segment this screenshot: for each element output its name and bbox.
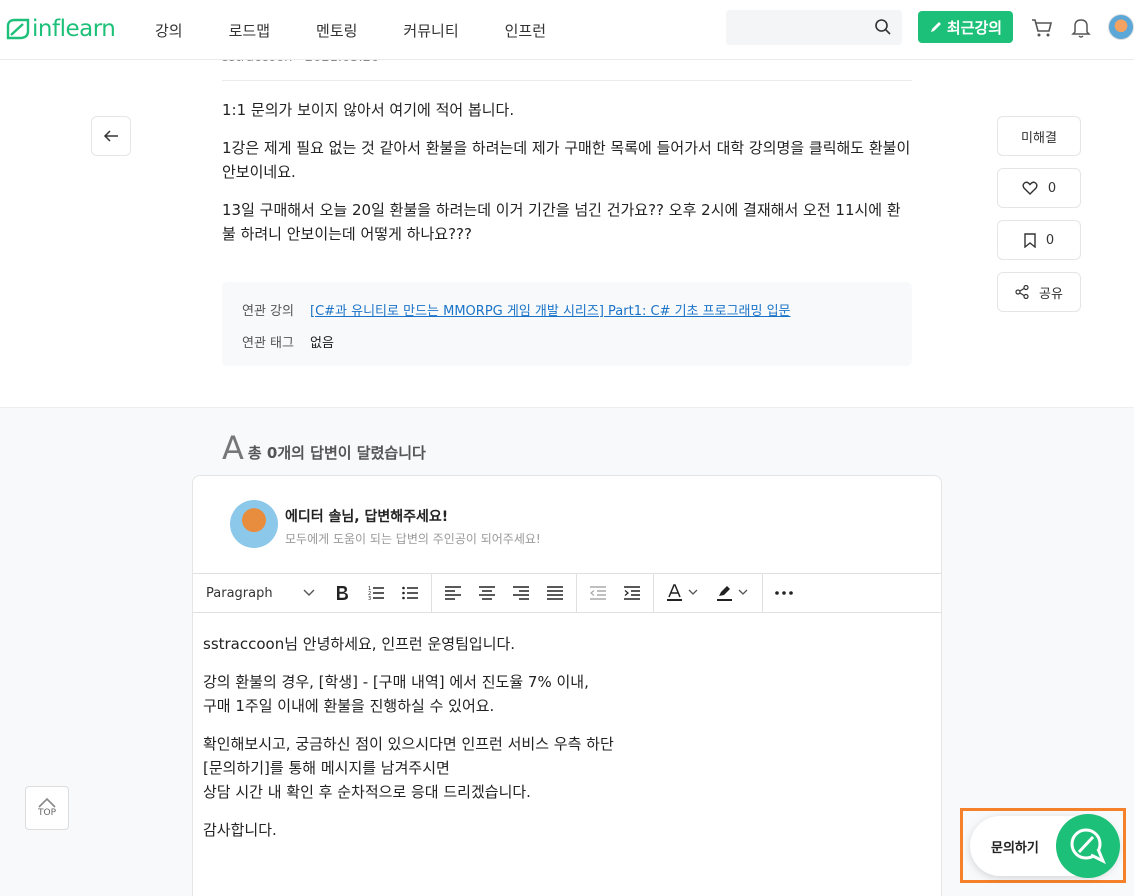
- related-tags-row: 연관 태그 없음: [242, 332, 334, 351]
- search-input[interactable]: [726, 10, 870, 45]
- main-nav: 강의 로드맵 멘토링 커뮤니티 인프런: [155, 0, 592, 60]
- logo-text: inflearn: [32, 16, 116, 42]
- answer-count-heading: A 총 0개의 답변이 달렸습니다: [222, 432, 426, 464]
- toolbar-separator: [576, 574, 577, 612]
- align-left-icon: [445, 586, 461, 600]
- font-color-icon: [667, 584, 698, 601]
- status-unresolved-button[interactable]: 미해결: [997, 116, 1081, 156]
- bell-icon[interactable]: [1071, 17, 1091, 39]
- toolbar-separator: [762, 574, 763, 612]
- font-color-button[interactable]: [658, 574, 708, 612]
- align-right-icon: [513, 586, 529, 600]
- answer-letter: A: [222, 429, 244, 467]
- outdent-icon: [590, 586, 606, 600]
- scroll-top-button[interactable]: TOP: [25, 786, 69, 830]
- answer-count-text: 총 0개의 답변이 달렸습니다: [247, 444, 426, 462]
- answer-paragraph: 감사합니다.: [203, 821, 277, 839]
- question-paragraph: 1강은 제게 필요 없는 것 같아서 환불을 하려는데 제가 구매한 목록에 들…: [222, 139, 911, 181]
- nav-inflearn[interactable]: 인프런: [505, 20, 546, 41]
- highlighter-icon: [717, 586, 748, 601]
- highlight-button[interactable]: [708, 574, 758, 612]
- search-icon[interactable]: [874, 18, 892, 36]
- divider: [222, 80, 912, 81]
- nav-lectures[interactable]: 강의: [155, 20, 183, 41]
- answer-paragraph: 확인해보시고, 궁금하신 점이 있으시다면 인프런 서비스 우측 하단 [문의하…: [203, 735, 614, 801]
- editor-avatar: [230, 500, 278, 548]
- indent-icon: [624, 586, 640, 600]
- bullet-list-icon: [402, 586, 418, 600]
- nav-community[interactable]: 커뮤니티: [403, 20, 458, 41]
- align-right-button[interactable]: [504, 574, 538, 612]
- question-paragraph: 1:1 문의가 보이지 않아서 여기에 적어 봅니다.: [222, 101, 515, 119]
- related-course-link[interactable]: [C#과 유니티로 만드는 MMORPG 게임 개발 시리즈] Part1: C…: [310, 300, 791, 319]
- answer-editor-card: 에디터 솔님, 답변해주세요! 모두에게 도움이 되는 답변의 주인공이 되어주…: [192, 475, 942, 896]
- related-course-label: 연관 강의: [242, 304, 294, 319]
- question-body: 1:1 문의가 보이지 않아서 여기에 적어 봅니다. 1강은 제게 필요 없는…: [222, 98, 912, 260]
- question-section: sstraccoon · 2021.03.20 1:1 문의가 보이지 않아서 …: [0, 50, 1134, 408]
- recent-lectures-button[interactable]: 최근강의: [918, 11, 1013, 43]
- nav-roadmap[interactable]: 로드맵: [229, 20, 270, 41]
- inquiry-chat-icon: [1056, 814, 1120, 878]
- align-center-button[interactable]: [470, 574, 504, 612]
- align-justify-button[interactable]: [538, 574, 572, 612]
- like-button[interactable]: 0: [997, 168, 1081, 208]
- more-options-button[interactable]: [767, 574, 801, 612]
- bookmark-icon: [1024, 232, 1036, 248]
- answer-paragraph: 강의 환불의 경우, [학생] - [구매 내역] 에서 진도율 7% 이내, …: [203, 673, 589, 715]
- inflearn-leaf-icon: [1070, 828, 1106, 865]
- related-course-row: 연관 강의 [C#과 유니티로 만드는 MMORPG 게임 개발 시리즈] Pa…: [242, 300, 791, 319]
- scroll-top-label: TOP: [37, 808, 56, 818]
- numbered-list-button[interactable]: 123: [359, 574, 393, 612]
- paragraph-select[interactable]: Paragraph: [193, 586, 325, 601]
- chevron-down-icon: [303, 589, 315, 596]
- outdent-button[interactable]: [581, 574, 615, 612]
- top-header: inflearn 강의 로드맵 멘토링 커뮤니티 인프런 최근강의: [0, 0, 1134, 60]
- user-avatar[interactable]: [1108, 14, 1134, 40]
- search-box: [726, 10, 902, 45]
- indent-button[interactable]: [615, 574, 649, 612]
- like-count: 0: [1047, 180, 1057, 196]
- cart-icon[interactable]: [1031, 17, 1053, 39]
- question-paragraph: 13일 구매해서 오늘 20일 환불을 하려는데 이거 기간을 넘긴 건가요??…: [222, 201, 901, 243]
- toolbar-separator: [431, 574, 432, 612]
- toolbar-separator: [653, 574, 654, 612]
- more-horizontal-icon: [775, 591, 793, 595]
- paragraph-select-label: Paragraph: [206, 585, 273, 601]
- recent-lectures-label: 최근강의: [946, 18, 1003, 37]
- status-label: 미해결: [1021, 130, 1057, 146]
- inquiry-label: 문의하기: [991, 840, 1039, 856]
- align-center-icon: [479, 586, 495, 600]
- svg-text:3: 3: [368, 596, 371, 601]
- bookmark-count: 0: [1045, 232, 1055, 248]
- share-icon: [1015, 285, 1029, 299]
- related-tags-label: 연관 태그: [242, 336, 294, 351]
- back-button[interactable]: [91, 116, 131, 156]
- related-tags-value: 없음: [310, 336, 334, 351]
- inquiry-button[interactable]: 문의하기: [970, 814, 1120, 878]
- numbered-list-icon: 123: [368, 586, 384, 601]
- share-button[interactable]: 공유: [997, 272, 1081, 312]
- bookmark-button[interactable]: 0: [997, 220, 1081, 260]
- bullet-list-button[interactable]: [393, 574, 427, 612]
- editor-toolbar: Paragraph 123: [193, 573, 941, 613]
- answer-prompt-title: 에디터 솔님, 답변해주세요!: [285, 509, 449, 525]
- nav-mentoring[interactable]: 멘토링: [316, 20, 357, 41]
- arrow-left-icon: [103, 130, 118, 142]
- bold-button[interactable]: [325, 574, 359, 612]
- inflearn-logo[interactable]: inflearn: [6, 14, 116, 44]
- bold-icon: [337, 586, 348, 600]
- align-justify-icon: [547, 586, 563, 600]
- answer-content[interactable]: sstraccoon님 안녕하세요, 인프런 운영팀입니다. 강의 환불의 경우…: [203, 632, 923, 856]
- answer-prompt-subtitle: 모두에게 도움이 되는 답변의 주인공이 되어주세요!: [285, 532, 541, 546]
- answer-paragraph: sstraccoon님 안녕하세요, 인프런 운영팀입니다.: [203, 635, 516, 653]
- related-info-box: 연관 강의 [C#과 유니티로 만드는 MMORPG 게임 개발 시리즈] Pa…: [222, 282, 912, 366]
- pencil-icon: [930, 22, 941, 32]
- align-left-button[interactable]: [436, 574, 470, 612]
- heart-icon: [1022, 181, 1038, 195]
- logo-leaf-icon: [6, 18, 30, 40]
- share-label: 공유: [1039, 286, 1063, 302]
- chevron-up-icon: [38, 798, 56, 808]
